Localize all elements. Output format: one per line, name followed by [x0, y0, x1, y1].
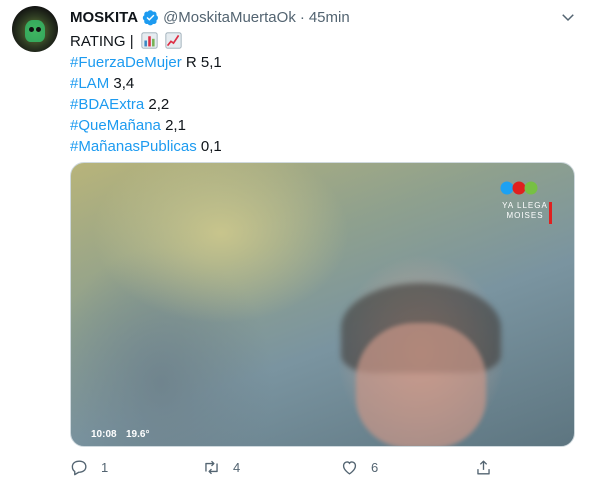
media-overlay-text: YA LLEGA MOISES [501, 201, 549, 221]
avatar-figure [25, 20, 45, 42]
media-clock: 10:08 [91, 429, 117, 440]
hashtag-link[interactable]: #LAM [70, 75, 109, 92]
hashtag-link[interactable]: #MañanasPublicas [70, 138, 197, 155]
timestamp[interactable]: 45min [309, 9, 350, 26]
hashtag-link[interactable]: #BDAExtra [70, 96, 144, 113]
retweet-icon [205, 460, 218, 475]
separator-dot: · [299, 8, 305, 26]
like-button[interactable]: 6 [340, 458, 378, 477]
hashtag-link[interactable]: #QueMañana [70, 117, 161, 134]
rating-value: 2,1 [165, 117, 186, 134]
tweet-text: RATING | #FuerzaDeMujer R 5,1 #LAM 3,4 #… [70, 31, 222, 157]
reply-count: 1 [101, 460, 109, 475]
hashtag-link[interactable]: #FuerzaDeMujer [70, 54, 182, 71]
heart-icon [342, 461, 357, 475]
chart-increasing-emoji-icon [165, 32, 182, 49]
bar-chart-emoji-icon [141, 32, 158, 49]
rating-line: #LAM 3,4 [70, 73, 222, 94]
tweet-header: MOSKITA @MoskitaMuertaOk · 45min [70, 6, 350, 28]
rating-label: RATING | [70, 33, 134, 50]
avatar-eye [29, 27, 34, 32]
rating-line: #BDAExtra 2,2 [70, 94, 222, 115]
avatar-eye [36, 27, 41, 32]
avatar[interactable] [12, 6, 58, 52]
rating-value: R 5,1 [185, 54, 222, 71]
share-button[interactable] [474, 458, 505, 477]
media-temperature: 19.6° [126, 429, 150, 440]
rating-line: #FuerzaDeMujer R 5,1 [70, 52, 222, 73]
chevron-down-icon[interactable] [559, 8, 577, 26]
rating-value: 0,1 [200, 138, 222, 155]
channel-logo-icon [500, 181, 538, 195]
rating-value: 2,2 [148, 96, 170, 113]
reply-icon [71, 460, 87, 476]
tweet-actions: 1 4 6 [70, 458, 510, 480]
overlay-accent-bar [549, 202, 552, 224]
overlay-line: YA LLEGA [502, 201, 548, 210]
reply-button[interactable]: 1 [70, 458, 108, 477]
like-count: 6 [371, 460, 379, 475]
share-icon [477, 460, 490, 475]
display-name[interactable]: MOSKITA [70, 9, 138, 26]
tweet-line: RATING | [70, 31, 222, 52]
verified-badge-icon [142, 9, 159, 25]
rating-value: 3,4 [113, 75, 135, 92]
overlay-line: MOISES [506, 211, 544, 220]
tweet-media-image[interactable]: YA LLEGA MOISES 10:08 19.6° [70, 162, 575, 447]
rating-line: #MañanasPublicas 0,1 [70, 136, 222, 157]
retweet-count: 4 [233, 460, 241, 475]
rating-line: #QueMañana 2,1 [70, 115, 222, 136]
retweet-button[interactable]: 4 [202, 458, 240, 477]
user-handle[interactable]: @MoskitaMuertaOk [163, 9, 296, 26]
media-subject-face [356, 323, 486, 446]
